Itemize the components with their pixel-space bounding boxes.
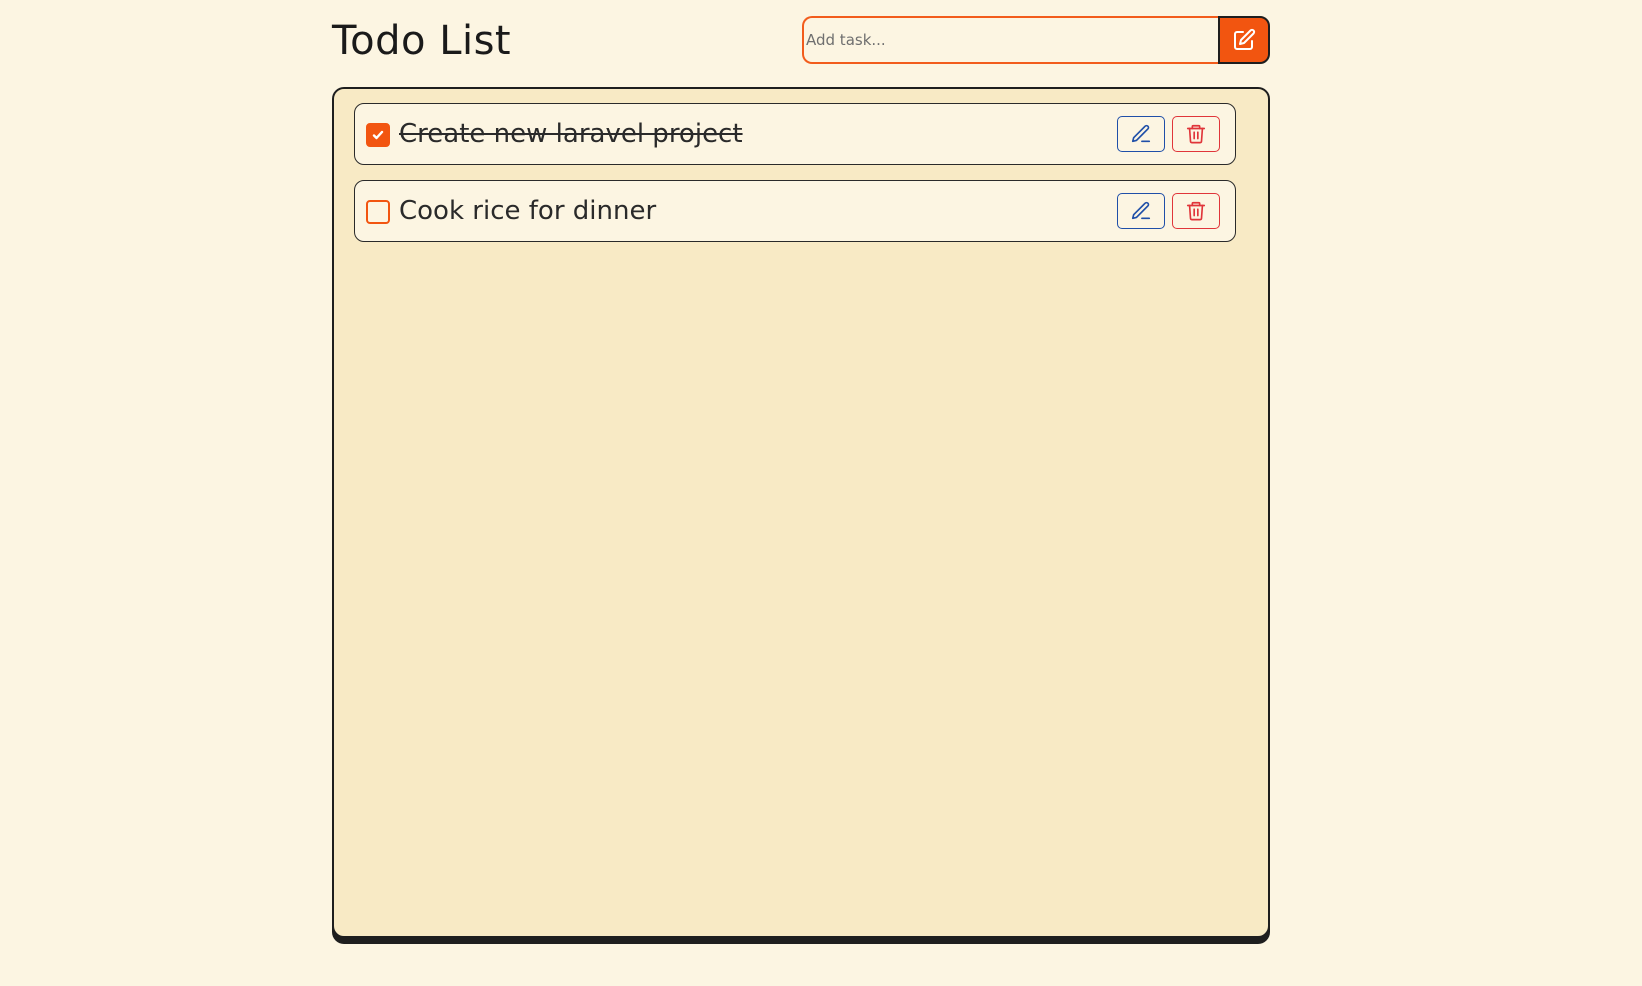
trash-icon (1186, 201, 1206, 221)
task-checkbox[interactable] (366, 123, 390, 147)
delete-task-button[interactable] (1172, 116, 1220, 152)
task-text: Create new laravel project (399, 119, 743, 149)
edit-task-button[interactable] (1117, 193, 1165, 229)
add-task-form (802, 16, 1270, 64)
add-task-button[interactable] (1218, 16, 1270, 64)
trash-icon (1186, 124, 1206, 144)
pencil-icon (1131, 124, 1151, 143)
edit-task-button[interactable] (1117, 116, 1165, 152)
check-icon (372, 130, 384, 140)
task-item: Cook rice for dinner (354, 180, 1236, 242)
edit-square-icon (1234, 28, 1256, 50)
add-task-input[interactable] (802, 16, 1219, 64)
task-checkbox[interactable] (366, 200, 390, 224)
delete-task-button[interactable] (1172, 193, 1220, 229)
task-text: Cook rice for dinner (399, 196, 657, 226)
pencil-icon (1131, 201, 1151, 220)
task-item: Create new laravel project (354, 103, 1236, 165)
task-list-panel: Create new laravel project Cook rice for… (332, 87, 1270, 938)
page-title: Todo List (332, 18, 512, 64)
